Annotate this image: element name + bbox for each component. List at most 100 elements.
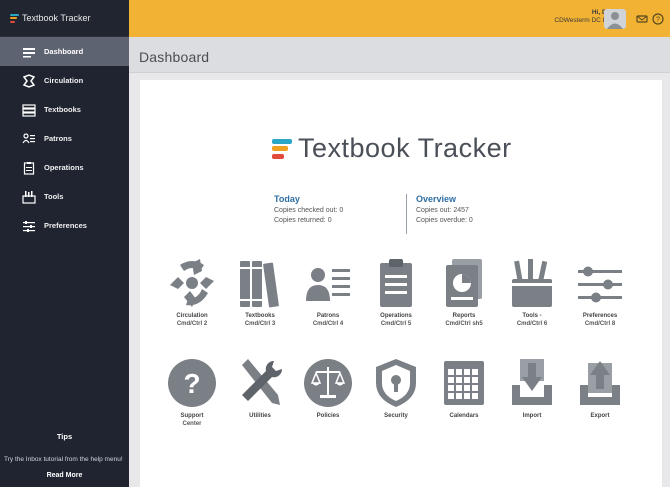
tile-support-center[interactable]: ? Support Center bbox=[160, 355, 224, 428]
tile-textbooks[interactable]: Textbooks Cmd/Ctrl 3 bbox=[228, 255, 292, 328]
tips-body: Try the Inbox tutorial from the help men… bbox=[4, 456, 123, 463]
brand[interactable]: Textbook Tracker bbox=[0, 0, 129, 37]
help-icon[interactable]: ? bbox=[652, 13, 664, 25]
app-logo: Textbook Tracker bbox=[272, 133, 512, 164]
today-returned: Copies returned: 0 bbox=[274, 217, 332, 224]
sidebar-item-dashboard[interactable]: Dashboard bbox=[0, 37, 129, 66]
preferences-icon bbox=[22, 219, 36, 233]
tile-label: Patrons bbox=[316, 313, 340, 319]
preferences-icon bbox=[578, 266, 622, 303]
sidebar-item-circulation[interactable]: Circulation bbox=[0, 66, 129, 95]
overview-title: Overview bbox=[416, 194, 457, 204]
calendar-icon bbox=[444, 361, 484, 405]
help-icon: ? bbox=[168, 359, 216, 407]
tile-label: Calendars bbox=[449, 413, 479, 419]
wrench-screwdriver-icon bbox=[242, 359, 283, 405]
tile-label: Utilities bbox=[249, 413, 271, 419]
page-header: Dashboard bbox=[129, 37, 670, 73]
sidebar-item-tools[interactable]: Tools bbox=[0, 182, 129, 211]
sidebar-nav: Dashboard Circulation Textbooks Patrons … bbox=[0, 37, 129, 240]
sidebar-item-label: Patrons bbox=[44, 134, 72, 143]
patrons-icon bbox=[306, 268, 350, 301]
tile-label: Operations bbox=[380, 313, 412, 319]
tile-reports[interactable]: Reports Cmd/Ctrl sh5 bbox=[432, 255, 496, 328]
import-icon bbox=[512, 359, 552, 405]
tile-circulation[interactable]: Circulation Cmd/Ctrl 2 bbox=[160, 255, 224, 328]
tips-title: Tips bbox=[56, 432, 73, 441]
tile-utilities[interactable]: Utilities bbox=[228, 355, 292, 420]
tile-tools[interactable]: Tools - Cmd/Ctrl 6 bbox=[500, 255, 564, 328]
sidebar-item-label: Circulation bbox=[44, 76, 84, 85]
tile-import[interactable]: Import bbox=[500, 355, 564, 420]
sidebar-item-textbooks[interactable]: Textbooks bbox=[0, 95, 129, 124]
tile-preferences[interactable]: Preferences Cmd/Ctrl 8 bbox=[568, 255, 632, 328]
today-checked-out: Copies checked out: 0 bbox=[274, 207, 344, 214]
tile-shortcut: Cmd/Ctrl 4 bbox=[312, 321, 344, 327]
top-bar: Hi, Demo CDWesterm DC Demo ? bbox=[129, 0, 670, 37]
tile-security[interactable]: Security bbox=[364, 355, 428, 420]
tile-shortcut: Cmd/Ctrl 2 bbox=[176, 321, 208, 327]
textbooks-icon bbox=[240, 261, 279, 308]
sidebar-item-patrons[interactable]: Patrons bbox=[0, 124, 129, 153]
tile-label: Textbooks bbox=[245, 313, 275, 319]
tile-label: Tools - bbox=[522, 313, 542, 319]
sidebar-item-preferences[interactable]: Preferences bbox=[0, 211, 129, 240]
circulation-icon bbox=[22, 73, 36, 88]
scales-icon bbox=[304, 359, 352, 407]
sidebar-item-label: Textbooks bbox=[44, 105, 81, 114]
circulation-icon bbox=[170, 259, 214, 307]
dashboard-icon bbox=[22, 45, 36, 59]
brand-logo-icon bbox=[10, 13, 19, 23]
tile-shortcut: Cmd/Ctrl 8 bbox=[584, 321, 616, 327]
shield-lock-icon bbox=[376, 359, 416, 407]
logo-text: Textbook Tracker bbox=[298, 133, 512, 163]
tile-shortcut: Cmd/Ctrl sh5 bbox=[445, 321, 483, 327]
tools-icon bbox=[512, 259, 552, 307]
tile-export[interactable]: Export bbox=[568, 355, 632, 420]
tile-label: Preferences bbox=[582, 313, 618, 319]
tile-calendars[interactable]: Calendars bbox=[432, 355, 496, 420]
sidebar: Textbook Tracker Dashboard Circulation T… bbox=[0, 0, 129, 487]
operations-icon bbox=[22, 161, 36, 175]
today-title: Today bbox=[274, 194, 300, 204]
logo-mark-icon bbox=[272, 138, 292, 159]
tools-icon bbox=[22, 190, 36, 204]
textbooks-icon bbox=[22, 103, 36, 117]
tile-label: Export bbox=[590, 413, 610, 419]
dashboard-panel: Textbook Tracker Today Copies checked ou… bbox=[140, 80, 662, 487]
sidebar-item-label: Tools bbox=[44, 192, 64, 201]
overview-overdue: Copies overdue: 0 bbox=[416, 217, 473, 224]
svg-text:?: ? bbox=[183, 368, 200, 399]
operations-icon bbox=[380, 259, 412, 307]
tile-policies[interactable]: Policies bbox=[296, 355, 360, 420]
tile-operations[interactable]: Operations Cmd/Ctrl 5 bbox=[364, 255, 428, 328]
today-stats: Today Copies checked out: 0 Copies retur… bbox=[274, 194, 343, 226]
sidebar-item-label: Preferences bbox=[44, 221, 87, 230]
svg-text:?: ? bbox=[656, 17, 660, 24]
overview-copies-out: Copies out: 2457 bbox=[416, 207, 469, 214]
tile-label-line2: Center bbox=[182, 421, 202, 427]
reports-icon bbox=[446, 259, 482, 307]
tile-label: Policies bbox=[316, 413, 340, 419]
sidebar-item-operations[interactable]: Operations bbox=[0, 153, 129, 182]
stats-divider bbox=[406, 194, 407, 234]
tile-label: Circulation bbox=[176, 313, 208, 319]
avatar[interactable] bbox=[604, 9, 626, 29]
tile-label: Support bbox=[180, 413, 204, 419]
patrons-icon bbox=[22, 132, 36, 146]
overview-stats: Overview Copies out: 2457 Copies overdue… bbox=[416, 194, 473, 226]
sidebar-item-label: Dashboard bbox=[44, 47, 84, 56]
tile-label: Security bbox=[384, 413, 408, 419]
sidebar-item-label: Operations bbox=[44, 163, 84, 172]
tile-label: Reports bbox=[452, 313, 476, 319]
tile-patrons[interactable]: Patrons Cmd/Ctrl 4 bbox=[296, 255, 360, 328]
tile-label: Import bbox=[522, 413, 542, 419]
message-icon[interactable] bbox=[636, 13, 648, 25]
brand-name: Textbook Tracker bbox=[22, 13, 91, 23]
tile-shortcut: Cmd/Ctrl 5 bbox=[380, 321, 412, 327]
tile-shortcut: Cmd/Ctrl 6 bbox=[516, 321, 548, 327]
tips-panel: Tips Try the Inbox tutorial from the hel… bbox=[0, 432, 129, 487]
tile-shortcut: Cmd/Ctrl 3 bbox=[244, 321, 276, 327]
read-more-link[interactable]: Read More bbox=[4, 472, 125, 479]
export-icon bbox=[580, 361, 620, 405]
